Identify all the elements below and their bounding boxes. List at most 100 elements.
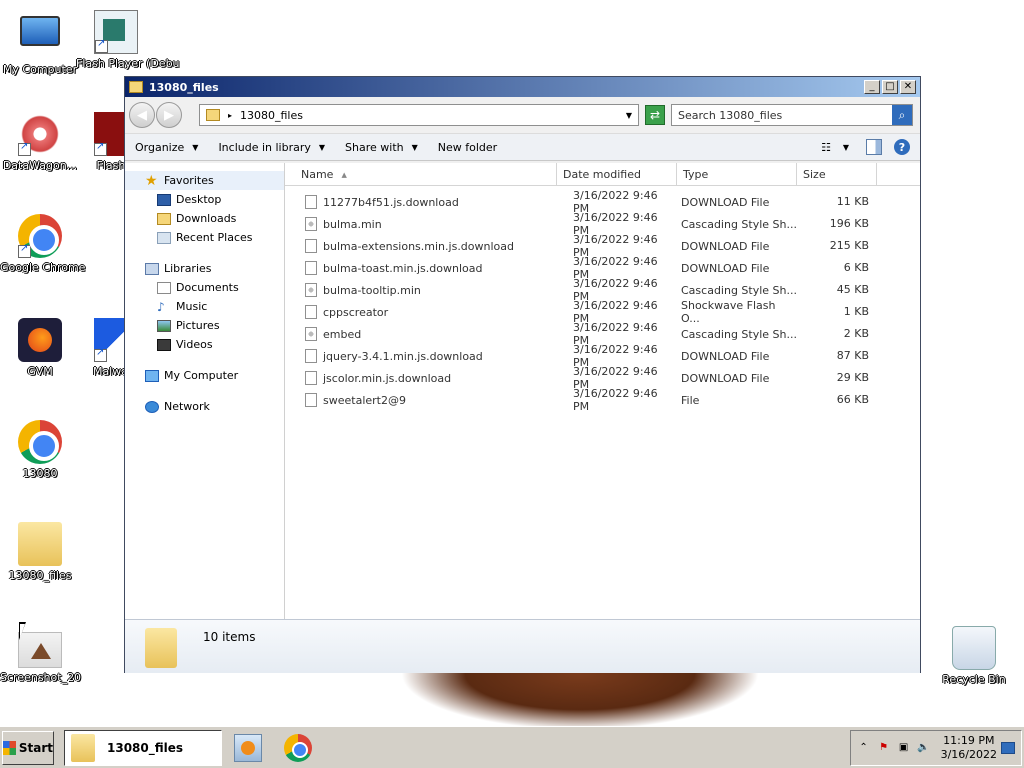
nav-desktop[interactable]: Desktop bbox=[125, 190, 284, 209]
file-row[interactable]: embed 3/16/2022 9:46 PM Cascading Style Sh… bbox=[285, 321, 920, 347]
file-row[interactable]: cppscreator 3/16/2022 9:46 PM Shockwave Fl… bbox=[285, 299, 920, 325]
chevron-down-icon[interactable]: ▼ bbox=[838, 139, 854, 155]
mouse-cursor-icon bbox=[19, 622, 26, 640]
file-row[interactable]: bulma-tooltip.min 3/16/2022 9:46 PM Cascad… bbox=[285, 277, 920, 303]
desktop-icon-13080-files[interactable]: 13080_files bbox=[0, 522, 80, 582]
organize-button[interactable]: Organize ▼ bbox=[135, 141, 198, 154]
file-size: 45 KB bbox=[836, 283, 869, 296]
file-row[interactable]: jscolor.min.js.download 3/16/2022 9:46 PM… bbox=[285, 365, 920, 391]
file-row[interactable]: sweetalert2@9 3/16/2022 9:46 PM File 66 KB bbox=[285, 387, 920, 413]
file-row[interactable]: bulma.min 3/16/2022 9:46 PM Cascading Styl… bbox=[285, 211, 920, 237]
file-name: bulma-toast.min.js.download bbox=[323, 261, 483, 275]
shortcut-arrow-icon bbox=[18, 243, 31, 258]
search-box[interactable]: Search 13080_files ⌕ bbox=[671, 104, 913, 126]
nav-documents[interactable]: Documents bbox=[125, 278, 284, 297]
breadcrumb-path[interactable]: 13080_files bbox=[240, 109, 626, 122]
file-icon bbox=[305, 239, 317, 253]
file-name: jscolor.min.js.download bbox=[323, 371, 452, 385]
media-player-icon[interactable] bbox=[234, 733, 262, 762]
file-row[interactable]: bulma-extensions.min.js.download 3/16/202… bbox=[285, 233, 920, 259]
nav-label: Network bbox=[164, 400, 210, 413]
videos-icon bbox=[157, 338, 171, 351]
refresh-icon[interactable]: ⇄ bbox=[645, 105, 665, 125]
desktop-icon-my-computer[interactable]: My Computer bbox=[0, 10, 80, 76]
column-header-size[interactable]: Size bbox=[797, 163, 877, 186]
desktop-icon-screenshot[interactable]: Screenshot_20 bbox=[0, 632, 81, 684]
maximize-button[interactable]: □ bbox=[882, 80, 898, 94]
desktop-icon-recycle-bin[interactable]: Recycle Bin bbox=[934, 626, 1014, 686]
file-row[interactable]: jquery-3.4.1.min.js.download 3/16/2022 9:… bbox=[285, 343, 920, 369]
forward-button[interactable]: ▶ bbox=[156, 102, 182, 128]
nav-videos[interactable]: Videos bbox=[125, 335, 284, 354]
nav-label: Music bbox=[176, 300, 208, 313]
back-button[interactable]: ◀ bbox=[129, 102, 155, 128]
desktop-icon-label: My Computer bbox=[2, 63, 78, 76]
desktop-icon-label: 13080 bbox=[22, 467, 58, 480]
nav-network[interactable]: Network bbox=[125, 397, 284, 416]
new-folder-button[interactable]: New folder bbox=[438, 141, 497, 154]
file-size: 2 KB bbox=[843, 327, 869, 340]
nav-libraries[interactable]: Libraries bbox=[125, 259, 284, 278]
file-name: 11277b4f51.js.download bbox=[323, 195, 459, 209]
show-desktop-icon[interactable] bbox=[1001, 741, 1015, 754]
nav-my-computer[interactable]: My Computer bbox=[125, 366, 284, 385]
column-label: Name bbox=[301, 168, 334, 181]
volume-icon[interactable]: 🔈 bbox=[917, 741, 931, 755]
chevron-down-icon[interactable]: ▼ bbox=[626, 111, 632, 120]
network-icon bbox=[145, 400, 159, 413]
taskbar-item-label: 13080_files bbox=[107, 740, 184, 755]
file-row[interactable]: bulma-toast.min.js.download 3/16/2022 9:4… bbox=[285, 255, 920, 281]
explorer-content: ★ Favorites Desktop Downloads Recent Plac… bbox=[125, 163, 920, 619]
chrome-icon[interactable] bbox=[284, 733, 312, 762]
nav-recent-places[interactable]: Recent Places bbox=[125, 228, 284, 247]
css-file-icon bbox=[305, 217, 317, 231]
desktop-icon-datawagon[interactable]: DataWagon... bbox=[0, 112, 80, 172]
nav-label: Desktop bbox=[176, 193, 222, 206]
network-status-icon[interactable]: ▣ bbox=[897, 741, 911, 755]
taskbar-item-13080-files[interactable]: 13080_files bbox=[64, 729, 222, 766]
action-center-flag-icon[interactable]: ⚑ bbox=[877, 741, 891, 755]
desktop-icon-13080[interactable]: 13080 bbox=[0, 420, 80, 480]
file-list-pane: Name ▲ Date modified Type Size 11277b4f51… bbox=[285, 163, 920, 619]
folder-icon bbox=[71, 733, 95, 762]
file-type: DOWNLOAD File bbox=[681, 195, 770, 209]
nav-group-libraries: Libraries Documents ♪ Music Pictures Vide… bbox=[125, 259, 284, 354]
close-button[interactable]: ✕ bbox=[900, 80, 916, 94]
search-icon[interactable]: ⌕ bbox=[892, 105, 912, 125]
preview-pane-icon[interactable] bbox=[866, 139, 882, 155]
breadcrumb-separator[interactable]: ▸ bbox=[228, 111, 232, 120]
nav-pictures[interactable]: Pictures bbox=[125, 316, 284, 335]
shortcut-arrow-icon bbox=[95, 38, 108, 53]
shortcut-arrow-icon bbox=[94, 141, 107, 156]
minimize-button[interactable]: _ bbox=[864, 80, 880, 94]
file-name: embed bbox=[323, 327, 362, 341]
nav-group-computer: My Computer bbox=[125, 366, 284, 385]
desktop-icon-label: GVM bbox=[27, 365, 53, 378]
column-header-type[interactable]: Type bbox=[677, 163, 797, 186]
file-type: DOWNLOAD File bbox=[681, 261, 770, 275]
new-folder-label: New folder bbox=[437, 140, 498, 154]
view-options-icon[interactable]: ☷ bbox=[818, 139, 834, 155]
help-icon[interactable]: ? bbox=[894, 139, 910, 155]
search-input[interactable]: Search 13080_files bbox=[678, 109, 892, 122]
nav-music[interactable]: ♪ Music bbox=[125, 297, 284, 316]
file-icon bbox=[305, 393, 317, 407]
nav-group-favorites: ★ Favorites Desktop Downloads Recent Plac… bbox=[125, 171, 284, 247]
show-hidden-icons-icon[interactable]: ⌃ bbox=[857, 741, 871, 755]
share-with-button[interactable]: Share with ▼ bbox=[345, 141, 418, 154]
nav-downloads[interactable]: Downloads bbox=[125, 209, 284, 228]
start-button[interactable]: Start bbox=[2, 730, 54, 765]
column-header-date-modified[interactable]: Date modified bbox=[557, 163, 677, 186]
desktop-icon-gvm[interactable]: GVM bbox=[0, 318, 80, 378]
file-row[interactable]: 11277b4f51.js.download 3/16/2022 9:46 PM D… bbox=[285, 189, 920, 215]
nav-favorites[interactable]: ★ Favorites bbox=[125, 171, 284, 190]
desktop-icon-label: Google Chrome bbox=[0, 261, 86, 274]
desktop-icon-flash-player[interactable]: Flash Player (Debu bbox=[76, 10, 180, 70]
desktop-icon-google-chrome[interactable]: Google Chrome bbox=[0, 214, 86, 274]
column-header-name[interactable]: Name ▲ bbox=[285, 163, 557, 186]
include-in-library-button[interactable]: Include in library ▼ bbox=[218, 141, 325, 154]
title-bar[interactable]: 13080_files _ □ ✕ bbox=[125, 77, 920, 97]
clock[interactable]: 11:19 PM 3/16/2022 bbox=[941, 734, 997, 762]
address-bar[interactable]: ▸ 13080_files ▼ bbox=[199, 104, 639, 126]
file-size: 215 KB bbox=[829, 239, 869, 252]
